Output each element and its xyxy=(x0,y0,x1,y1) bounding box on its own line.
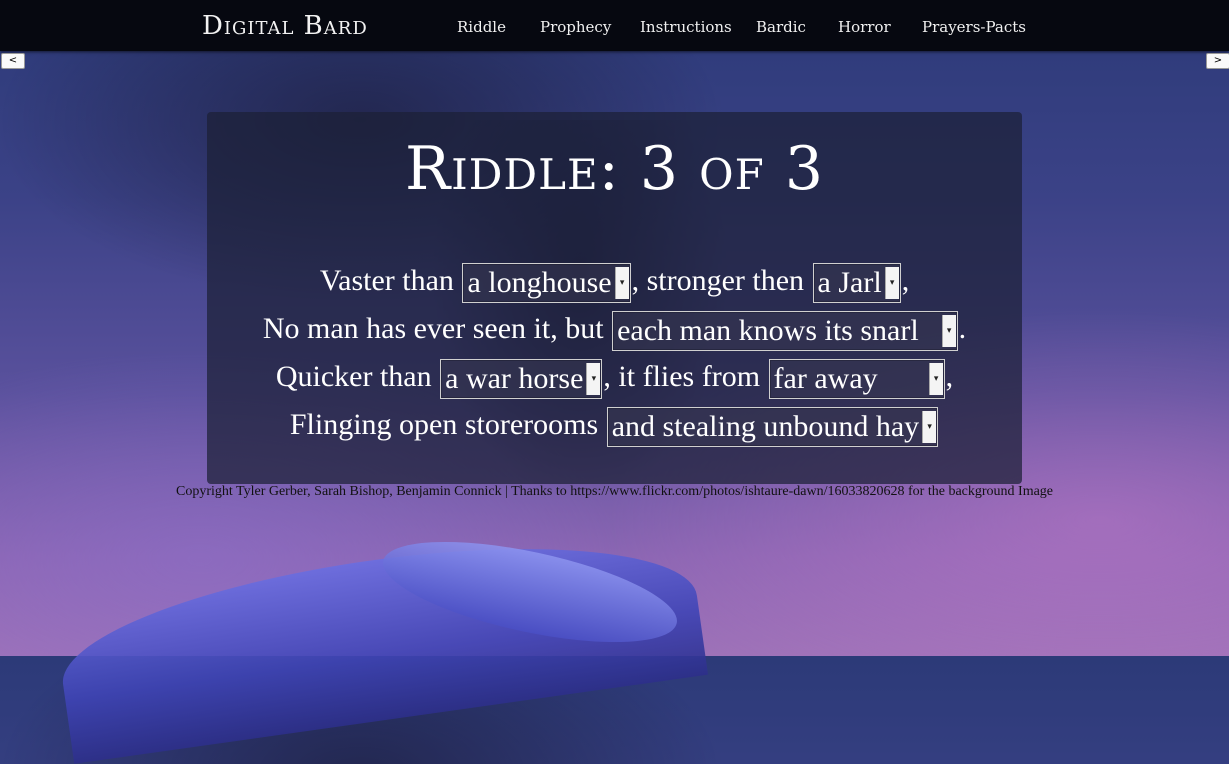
nav-horror[interactable]: Horror xyxy=(838,17,891,37)
caret-down-icon: ▾ xyxy=(586,363,601,396)
select-value: and stealing unbound hay xyxy=(611,410,920,444)
nav-bardic[interactable]: Bardic xyxy=(756,17,806,37)
select-value: a Jarl xyxy=(817,266,882,300)
verse-text: , xyxy=(945,360,954,393)
verse-text: Flinging open storerooms xyxy=(289,408,599,441)
word-select-origin[interactable]: far away ▾ xyxy=(768,359,945,400)
verse-text: , xyxy=(901,264,910,297)
brand-logo[interactable]: Digital Bard xyxy=(202,6,368,46)
verse-text: , stronger then xyxy=(631,264,805,297)
caret-down-icon: ▾ xyxy=(884,267,899,300)
nav-riddle[interactable]: Riddle xyxy=(457,17,506,37)
select-value: a longhouse xyxy=(467,266,612,300)
verse-text: Vaster than xyxy=(319,264,454,297)
copyright-footer: Copyright Tyler Gerber, Sarah Bishop, Be… xyxy=(175,484,1054,499)
verse-text: Quicker than xyxy=(275,360,432,393)
word-select-size[interactable]: a longhouse ▾ xyxy=(462,263,631,304)
select-value: a war horse xyxy=(445,362,584,396)
verse-text: . xyxy=(958,312,967,345)
select-value: each man knows its snarl xyxy=(617,314,919,348)
nav-prophecy[interactable]: Prophecy xyxy=(540,17,611,37)
nav-prayers-pacts[interactable]: Prayers-Pacts xyxy=(922,17,1026,37)
nav-instructions[interactable]: Instructions xyxy=(640,17,732,37)
word-select-speed[interactable]: a war horse ▾ xyxy=(440,359,603,400)
verse-line-2: No man has ever seen it, but each man kn… xyxy=(0,306,1229,352)
top-navbar: Digital Bard Riddle Prophecy Instruction… xyxy=(0,0,1229,51)
word-select-strength[interactable]: a Jarl ▾ xyxy=(812,263,901,304)
riddle-title: Riddle: 3 of 3 xyxy=(404,134,825,204)
caret-down-icon: ▾ xyxy=(614,267,629,300)
verse-text: , it flies from xyxy=(603,360,761,393)
caret-down-icon: ▾ xyxy=(922,411,937,444)
verse-line-3: Quicker than a war horse ▾, it flies from… xyxy=(0,354,1229,400)
caret-down-icon: ▾ xyxy=(928,363,943,396)
verse-line-1: Vaster than a longhouse ▾, stronger then … xyxy=(0,258,1229,304)
word-select-action[interactable]: and stealing unbound hay ▾ xyxy=(606,407,939,448)
verse-line-4: Flinging open storerooms and stealing un… xyxy=(0,402,1229,448)
verse-text: No man has ever seen it, but xyxy=(262,312,604,345)
word-select-snarl[interactable]: each man knows its snarl ▾ xyxy=(612,311,958,352)
next-button[interactable]: > xyxy=(1206,53,1229,69)
caret-down-icon: ▾ xyxy=(941,315,956,348)
prev-button[interactable]: < xyxy=(1,53,25,69)
select-value: far away xyxy=(773,362,878,396)
